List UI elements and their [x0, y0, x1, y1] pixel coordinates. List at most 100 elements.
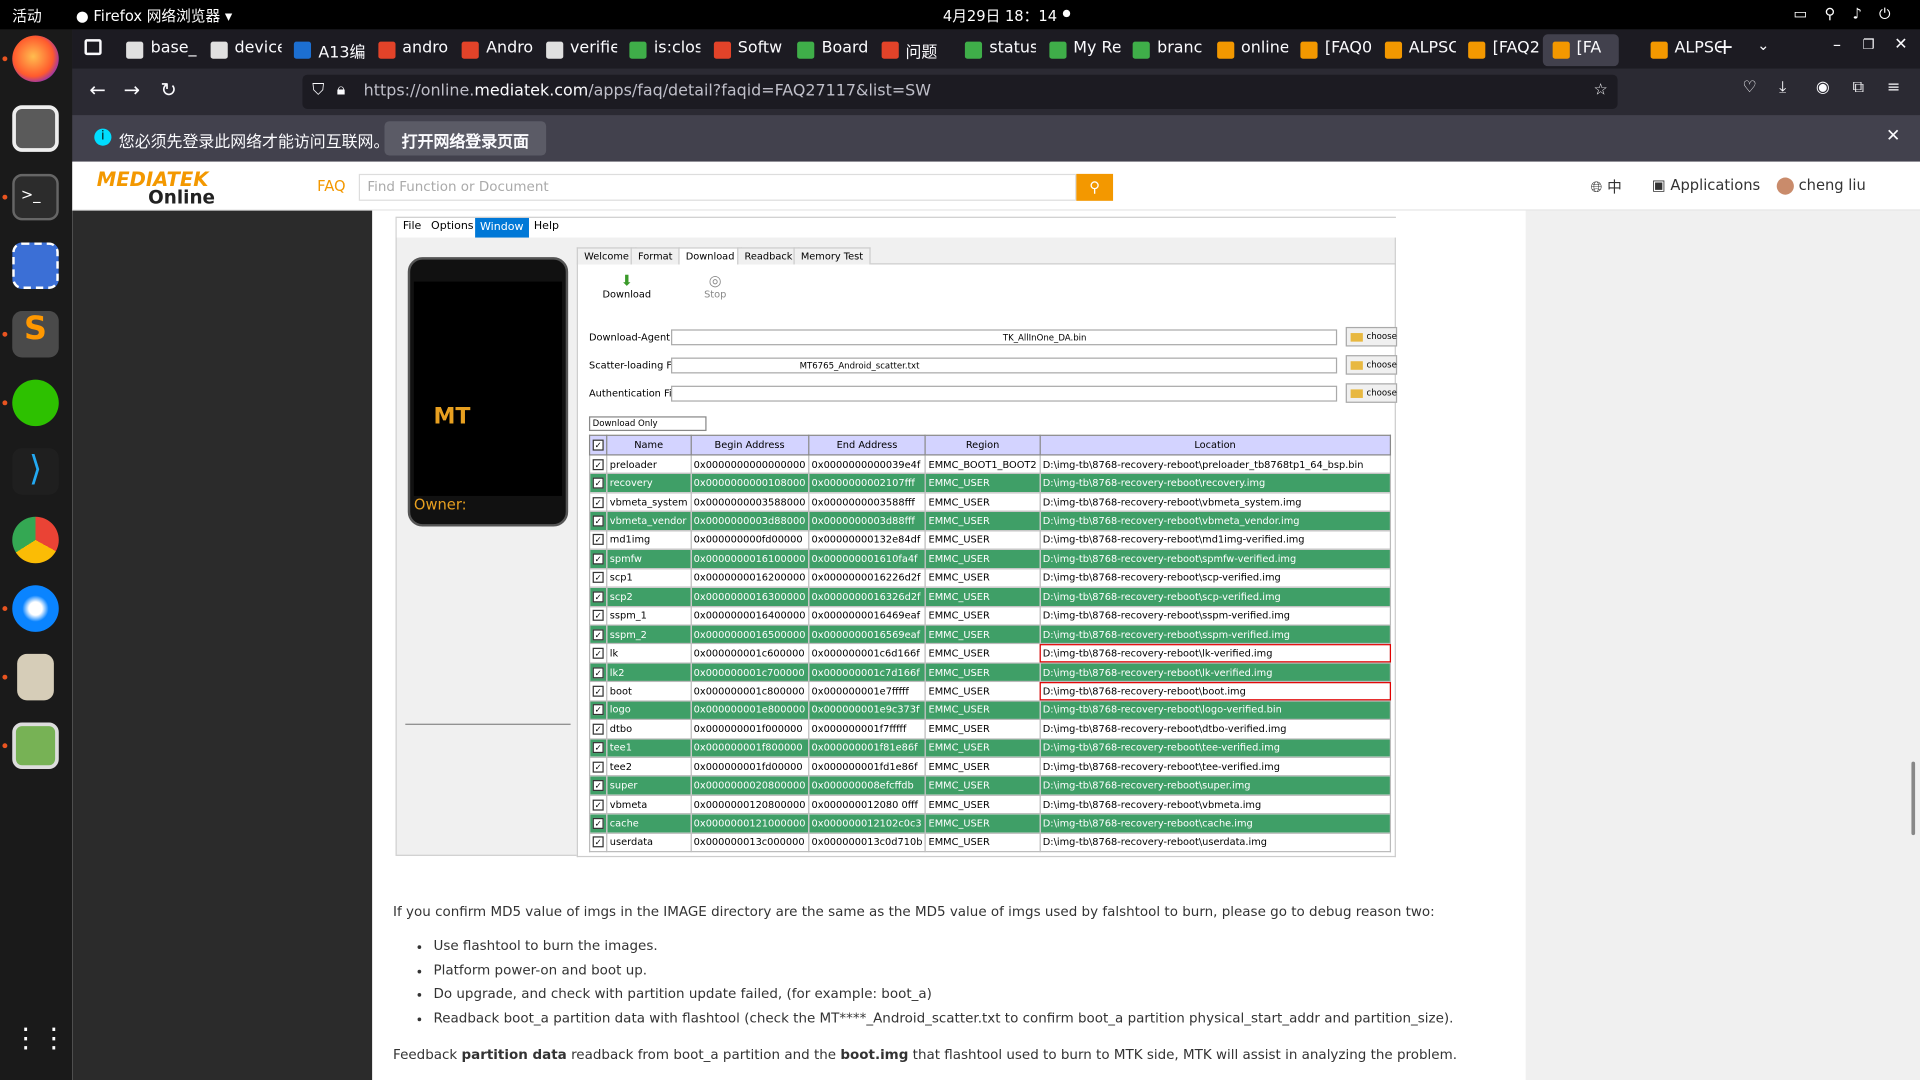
- wechat-icon[interactable]: [12, 379, 59, 427]
- browser-tab[interactable]: [FAQ2: [1458, 34, 1539, 66]
- browser-tab[interactable]: [FA: [1542, 34, 1619, 67]
- chrome-icon[interactable]: [12, 516, 59, 564]
- user-menu[interactable]: cheng liu: [1776, 176, 1866, 195]
- tab-favicon-icon: [210, 41, 228, 59]
- page-scrollbar[interactable]: [1911, 761, 1916, 836]
- list-item: Readback boot_a partition data with flas…: [433, 1010, 1453, 1034]
- browser-tab[interactable]: is:clos: [620, 34, 700, 66]
- tab-welcome: Welcome: [576, 247, 637, 265]
- forward-icon[interactable]: →: [124, 78, 140, 101]
- terminal-icon[interactable]: >_: [12, 173, 59, 221]
- row-checkbox: ✓: [592, 666, 604, 678]
- search-input[interactable]: Find Function or Document: [358, 173, 1077, 201]
- thunderbird-icon[interactable]: [12, 585, 59, 632]
- browser-tab[interactable]: verifie: [536, 34, 617, 66]
- table-row: ✓ spmfw 0x0000000016100000 0x000000001610fa…: [588, 548, 1392, 569]
- clock[interactable]: 4月29日 18：14: [943, 5, 1057, 26]
- col-region: Region: [924, 434, 1041, 456]
- browser-tab[interactable]: branc: [1123, 34, 1204, 66]
- downloads-icon[interactable]: ⤓: [1779, 78, 1786, 96]
- archive-icon[interactable]: [17, 653, 54, 701]
- firefox-icon[interactable]: [12, 35, 59, 83]
- avatar: [1776, 176, 1794, 195]
- keyboard-icon: ▭: [1793, 4, 1825, 23]
- browser-tab[interactable]: A13编: [284, 34, 365, 66]
- row-checkbox: ✓: [592, 591, 604, 603]
- files-icon[interactable]: [12, 105, 59, 152]
- table-cell: 0x0000000016400000: [689, 605, 810, 626]
- bookmark-star-icon[interactable]: ☆: [1593, 81, 1607, 99]
- browser-tab[interactable]: My Re: [1039, 34, 1120, 66]
- table-cell: D:\img-tb\8768-recovery-reboot\tee-verif…: [1039, 737, 1392, 758]
- close-window-icon[interactable]: ✕: [1894, 36, 1907, 54]
- pocket-icon[interactable]: ♡: [1742, 78, 1756, 96]
- sublime-text-icon[interactable]: S: [12, 311, 59, 358]
- table-cell: 0x000000001c600000: [689, 643, 810, 664]
- table-cell: D:\img-tb\8768-recovery-reboot\preloader…: [1039, 454, 1392, 475]
- table-cell: sspm_1: [606, 605, 692, 626]
- table-cell: 0x00000000132e84df: [807, 529, 927, 551]
- vscode-icon[interactable]: ⟩: [12, 448, 59, 495]
- restore-icon[interactable]: ❐: [1862, 37, 1874, 53]
- browser-tab[interactable]: device: [200, 34, 281, 66]
- tab-label: andro: [402, 39, 449, 58]
- table-cell: D:\img-tb\8768-recovery-reboot\recovery.…: [1039, 473, 1392, 494]
- close-notification-icon[interactable]: ✕: [1886, 126, 1900, 146]
- minimize-icon[interactable]: –: [1833, 37, 1841, 55]
- browser-tab[interactable]: andro: [368, 34, 449, 66]
- navigation-bar: ← → ↻ ⛉ 🔒︎ https://online.mediatek.com/a…: [72, 68, 1920, 116]
- language-switch[interactable]: 🌐︎ 中: [1591, 176, 1622, 197]
- applications-link[interactable]: ▣ Applications: [1652, 176, 1760, 193]
- tab-list-icon[interactable]: [84, 39, 102, 56]
- table-row: ✓ cache 0x0000000121000000 0x000000012102c0…: [588, 813, 1392, 834]
- app-menu[interactable]: ● Firefox 网络浏览器 ▾: [76, 5, 232, 26]
- account-icon[interactable]: ◉: [1816, 78, 1830, 96]
- url-bar[interactable]: ⛉ 🔒︎ https://online.mediatek.com/apps/fa…: [302, 74, 1618, 109]
- table-cell: 0x0000000002107fff: [807, 473, 927, 494]
- table-row: ✓ sspm_2 0x0000000016500000 0x0000000016569…: [588, 624, 1392, 645]
- lock-icon[interactable]: 🔒︎: [337, 81, 345, 99]
- open-login-page-button[interactable]: 打开网络登录页面: [384, 121, 547, 156]
- browser-tab[interactable]: Andro: [452, 34, 533, 66]
- browser-tab[interactable]: ALPSC: [1640, 34, 1721, 66]
- browser-tab[interactable]: online: [1207, 34, 1288, 66]
- browser-tab[interactable]: ALPSC: [1374, 34, 1455, 66]
- system-tray[interactable]: ▭⚲♪⏻: [1793, 5, 1907, 23]
- table-cell: EMMC_USER: [924, 492, 1041, 513]
- activities-button[interactable]: 活动: [12, 5, 41, 26]
- scatter-choose-button: choose: [1345, 355, 1398, 375]
- browser-tab[interactable]: Softw: [703, 34, 784, 66]
- online-logo-text[interactable]: Online: [148, 186, 215, 208]
- download-arrow-icon: ⬇: [620, 271, 633, 289]
- extensions-icon[interactable]: ⧉: [1853, 78, 1864, 96]
- tab-memory-test: Memory Test: [793, 247, 871, 265]
- table-cell: 0x0000000016469eaf: [807, 605, 927, 626]
- tab-favicon-icon: [1132, 41, 1150, 59]
- tab-favicon-icon: [377, 41, 395, 59]
- table-cell: D:\img-tb\8768-recovery-reboot\logo-veri…: [1039, 700, 1392, 721]
- browser-tab[interactable]: 问题: [871, 34, 952, 66]
- android-studio-icon[interactable]: [12, 722, 59, 769]
- table-cell: EMMC_USER: [924, 737, 1041, 758]
- show-apps-icon[interactable]: ⋮⋮⋮: [12, 1024, 95, 1071]
- browser-tab[interactable]: Board: [787, 34, 868, 66]
- back-icon[interactable]: ←: [89, 78, 105, 101]
- browser-tab[interactable]: base_: [116, 34, 197, 66]
- table-row: ✓ tee1 0x000000001f800000 0x000000001f81e86…: [588, 737, 1392, 758]
- shield-icon[interactable]: ⛉: [312, 81, 324, 99]
- browser-tab[interactable]: [FAQ0: [1291, 34, 1371, 66]
- table-cell: 0x000000012102c0c3: [807, 813, 927, 834]
- row-checkbox: ✓: [592, 742, 604, 754]
- menu-icon[interactable]: ≡: [1887, 78, 1900, 96]
- faq-link[interactable]: FAQ: [317, 178, 345, 195]
- reload-icon[interactable]: ↻: [160, 78, 176, 101]
- table-cell: 0x0000000121000000: [689, 813, 810, 834]
- screenshot-icon[interactable]: [12, 242, 59, 289]
- search-button[interactable]: ⚲: [1076, 173, 1114, 201]
- tab-overflow-icon[interactable]: ⌄: [1757, 37, 1769, 54]
- row-checkbox: ✓: [592, 628, 604, 640]
- divider: [405, 723, 571, 725]
- table-cell: 0x0000000016569eaf: [807, 624, 927, 645]
- browser-tab[interactable]: status: [955, 34, 1036, 66]
- applications-icon: ▣: [1651, 176, 1666, 194]
